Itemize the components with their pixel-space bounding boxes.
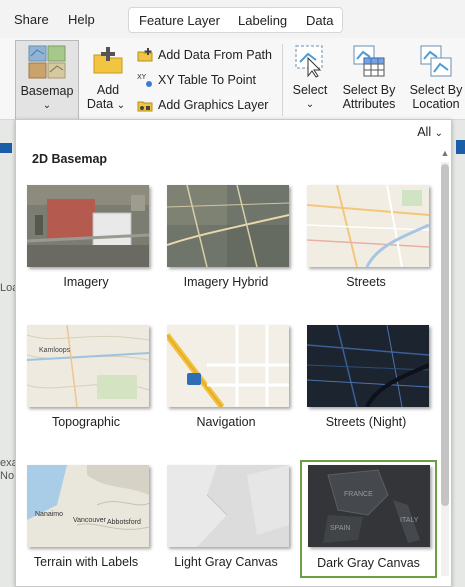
select-by-attributes-button[interactable]: Select By Attributes xyxy=(340,40,398,120)
chevron-down-icon: ⌄ xyxy=(434,128,443,139)
select-icon xyxy=(295,45,323,78)
tile-label: Streets xyxy=(346,275,386,289)
chevron-down-icon: ⌄ xyxy=(305,99,315,110)
select-by-location-label-1: Select By xyxy=(409,83,463,97)
basemap-tile-navigation[interactable]: Navigation xyxy=(157,325,295,457)
map-place-label: Kamloops xyxy=(39,347,71,354)
tile-label: Imagery xyxy=(63,275,109,289)
map-place-label: Abbotsford xyxy=(107,519,141,526)
map-place-label: FRANCE xyxy=(344,491,373,498)
tile-label: Topographic xyxy=(51,415,121,429)
basemap-label: Basemap xyxy=(20,84,74,98)
basemap-tile-streets-night[interactable]: Streets (Night) xyxy=(297,325,435,457)
svg-text:XY: XY xyxy=(137,73,147,81)
navigation-thumbnail xyxy=(167,325,289,407)
add-data-icon xyxy=(93,47,123,74)
map-place-label: Nanaimo xyxy=(35,511,64,518)
basemap-tile-topographic[interactable]: Kamloops Topographic xyxy=(17,325,155,457)
ribbon-separator xyxy=(282,44,283,116)
map-fragment-label: No xyxy=(0,470,15,482)
scrollbar-thumb[interactable] xyxy=(441,164,449,506)
basemap-tile-imagery-hybrid[interactable]: Imagery Hybrid xyxy=(157,185,295,317)
streets-thumbnail xyxy=(307,185,429,267)
tab-labeling[interactable]: Labeling xyxy=(238,13,287,28)
map-place-label: ITALY xyxy=(400,517,419,524)
basemap-icon xyxy=(28,45,66,79)
tile-label: Imagery Hybrid xyxy=(183,275,269,289)
select-by-location-icon xyxy=(420,45,452,77)
select-by-location-button[interactable]: Select By Location xyxy=(408,40,464,120)
streets-night-thumbnail xyxy=(307,325,429,407)
tile-label: Terrain with Labels xyxy=(33,555,139,569)
chevron-down-icon: ⌄ xyxy=(116,100,126,111)
map-tab-indicator xyxy=(0,143,12,153)
basemap-tile-terrain-with-labels[interactable]: Nanaimo Vancouver Abbotsford Terrain wit… xyxy=(17,465,155,587)
imagery-hybrid-thumbnail xyxy=(167,185,289,267)
dark-gray-thumbnail: FRANCE SPAIN ITALY xyxy=(308,465,430,547)
terrain-thumbnail: Nanaimo Vancouver Abbotsford xyxy=(27,465,149,547)
map-place-label: Vancouver xyxy=(73,517,106,524)
add-graphics-layer-button[interactable]: Add Graphics Layer xyxy=(137,95,277,115)
menu-bar: Share Help Feature Layer Labeling Data xyxy=(0,0,465,38)
gallery-filter-dropdown[interactable]: All ⌄ xyxy=(417,125,443,139)
attribute-table-icon xyxy=(353,45,385,77)
basemap-gallery: All ⌄ 2D Basemap ▲ Imagery Imagery Hybri… xyxy=(15,119,452,587)
select-by-location-label-2: Location xyxy=(412,97,460,111)
map-tab-indicator-right xyxy=(456,140,465,154)
select-button[interactable]: Select ⌄ xyxy=(289,40,331,120)
add-data-label-1: Add xyxy=(96,83,120,97)
basemap-button[interactable]: Basemap ⌄ xyxy=(15,40,79,120)
light-gray-thumbnail xyxy=(167,465,289,547)
add-data-button[interactable]: Add Data ⌄ xyxy=(87,40,128,120)
basemap-tile-streets[interactable]: Streets xyxy=(297,185,435,317)
folder-path-icon xyxy=(137,48,153,62)
xy-table-icon: XY xyxy=(137,73,152,87)
basemap-tile-imagery[interactable]: Imagery xyxy=(17,185,155,317)
add-data-label-2: Data ⌄ xyxy=(86,97,126,111)
basemap-tile-light-gray-canvas[interactable]: Light Gray Canvas xyxy=(157,465,295,587)
add-data-from-path-button[interactable]: Add Data From Path xyxy=(137,45,277,65)
select-by-attributes-label-2: Attributes xyxy=(342,97,396,111)
tile-label: Light Gray Canvas xyxy=(174,555,278,569)
tab-feature-layer[interactable]: Feature Layer xyxy=(139,13,220,28)
menu-share[interactable]: Share xyxy=(14,12,49,27)
topographic-thumbnail: Kamloops xyxy=(27,325,149,407)
map-place-label: SPAIN xyxy=(330,525,351,532)
tile-label: Navigation xyxy=(196,415,256,429)
xy-table-to-point-button[interactable]: XY XY Table To Point xyxy=(137,70,277,90)
contextual-tab-group: Feature Layer Labeling Data xyxy=(128,7,343,33)
section-title: 2D Basemap xyxy=(32,152,108,166)
basemap-tile-dark-gray-canvas[interactable]: FRANCE SPAIN ITALY Dark Gray Canvas xyxy=(300,460,437,578)
imagery-thumbnail xyxy=(27,185,149,267)
select-by-attributes-label-1: Select By xyxy=(342,83,396,97)
graphics-layer-icon xyxy=(137,101,153,112)
ribbon: Basemap ⌄ Add Data ⌄ Add Data From Path … xyxy=(0,38,465,120)
scroll-up-arrow[interactable]: ▲ xyxy=(439,148,451,158)
menu-help[interactable]: Help xyxy=(68,12,95,27)
tile-label: Dark Gray Canvas xyxy=(317,556,420,570)
tab-data[interactable]: Data xyxy=(306,13,333,28)
tile-label: Streets (Night) xyxy=(325,415,407,429)
chevron-down-icon: ⌄ xyxy=(42,100,52,111)
select-label: Select xyxy=(292,83,328,97)
